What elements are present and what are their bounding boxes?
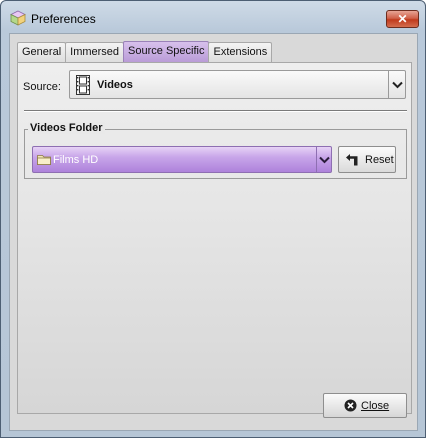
- preferences-window: Preferences ✕ General Immersed Source Sp…: [0, 0, 426, 438]
- close-circle-icon: [344, 399, 357, 412]
- videos-folder-title: Videos Folder: [28, 122, 105, 134]
- tab-bar: General Immersed Source Specific Extensi…: [17, 41, 273, 63]
- tab-general[interactable]: General: [17, 42, 67, 63]
- chevron-down-icon: [318, 156, 330, 163]
- divider: [24, 110, 407, 112]
- film-icon: [76, 75, 90, 95]
- client-area: General Immersed Source Specific Extensi…: [9, 33, 418, 431]
- close-button[interactable]: Close: [323, 393, 407, 418]
- tab-source-specific[interactable]: Source Specific: [123, 41, 210, 63]
- videos-folder-dropdown-arrow[interactable]: [316, 147, 331, 172]
- close-x-icon: ✕: [397, 12, 408, 26]
- folder-icon: [37, 155, 51, 165]
- chevron-down-icon: [391, 81, 403, 88]
- undo-arrow-icon: [346, 154, 358, 166]
- source-select[interactable]: Videos: [69, 70, 406, 99]
- app-cube-icon: [10, 10, 26, 26]
- videos-folder-select[interactable]: Films HD: [32, 146, 332, 173]
- tab-immersed[interactable]: Immersed: [65, 42, 125, 63]
- source-dropdown-arrow[interactable]: [388, 71, 405, 98]
- tab-extensions[interactable]: Extensions: [208, 42, 273, 63]
- source-label: Source:: [23, 81, 61, 93]
- window-title: Preferences: [31, 12, 96, 26]
- reset-label: Reset: [365, 154, 394, 166]
- window-close-button[interactable]: ✕: [386, 10, 419, 28]
- source-value: Videos: [97, 79, 133, 91]
- videos-folder-value: Films HD: [53, 154, 99, 166]
- reset-button[interactable]: Reset: [338, 146, 396, 173]
- close-label: Close: [361, 400, 390, 412]
- source-specific-panel: Source: Videos Videos Folder Films HD Re…: [17, 62, 412, 414]
- title-bar[interactable]: Preferences ✕: [1, 1, 425, 37]
